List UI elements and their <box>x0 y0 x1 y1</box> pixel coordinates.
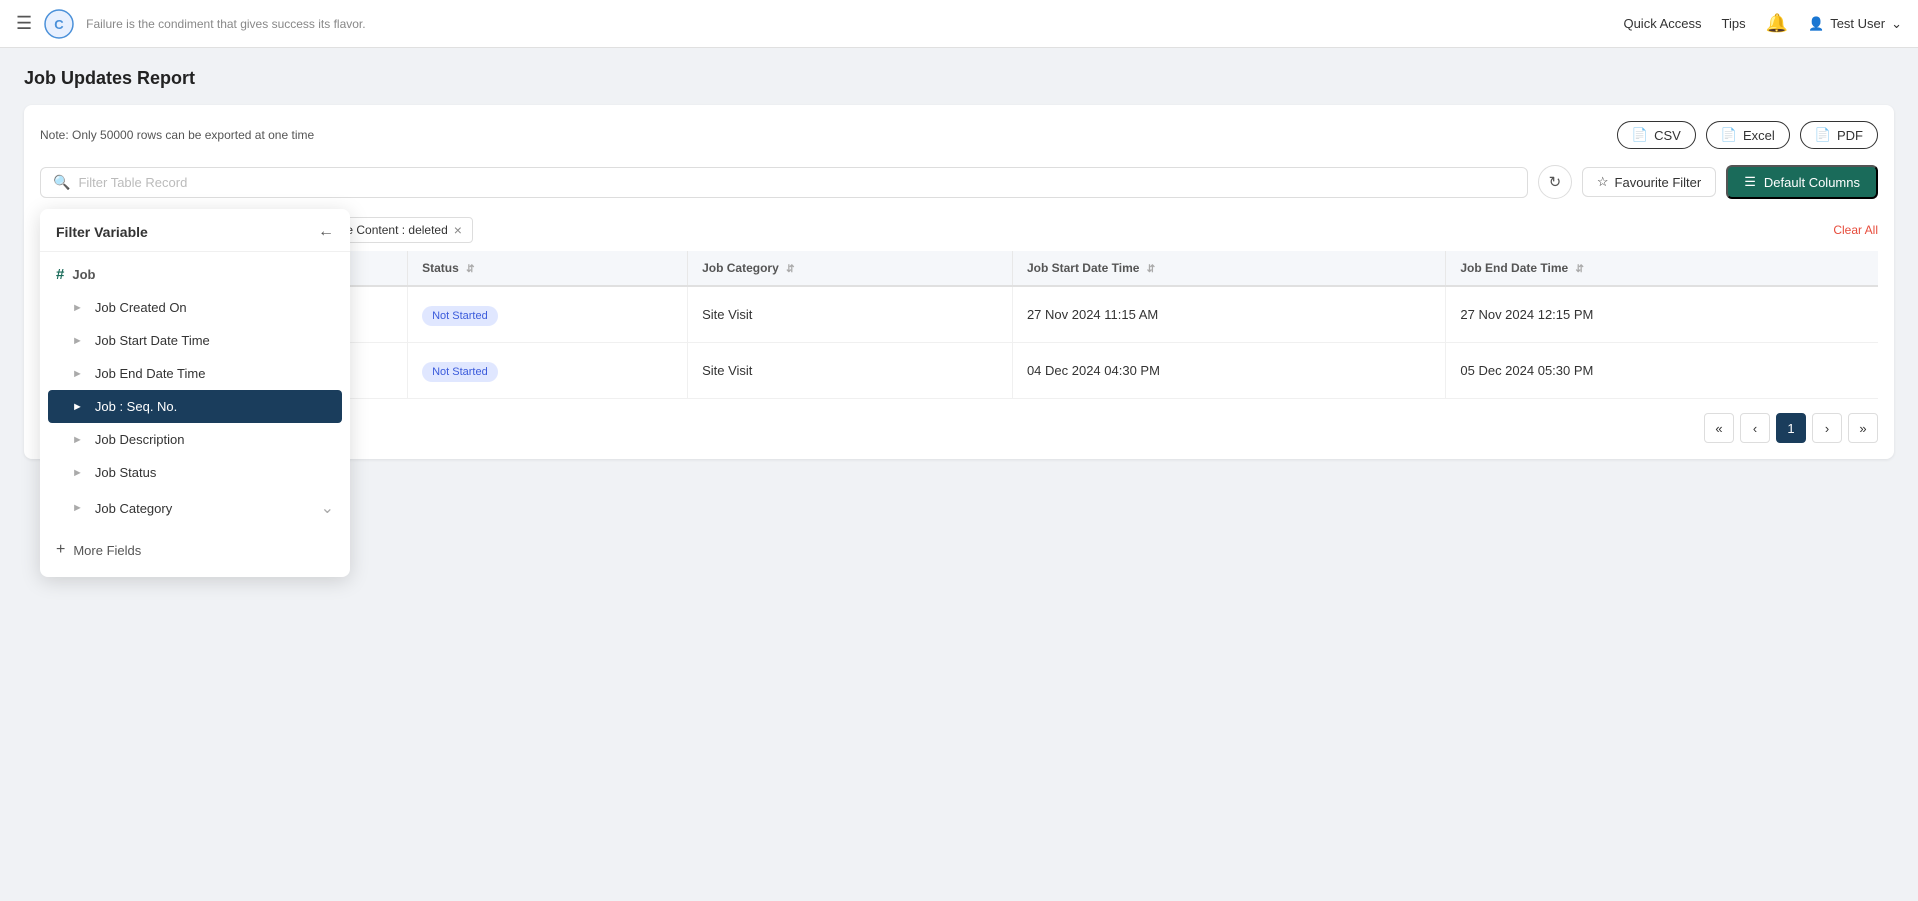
col-header-job-end: Job End Date Time ⇵ <box>1446 251 1878 286</box>
cell-category-2: Site Visit <box>688 343 1013 399</box>
chevron-down-icon: ⌄ <box>1891 16 1902 32</box>
page-1-button[interactable]: 1 <box>1776 413 1806 443</box>
filter-back-button[interactable]: ← <box>318 223 334 241</box>
pdf-button[interactable]: 📄 PDF <box>1800 121 1878 149</box>
col-header-job-category: Job Category ⇵ <box>688 251 1013 286</box>
filter-item-job-category[interactable]: ► Job Category ⌄ <box>40 489 350 527</box>
page-content: Job Updates Report Note: Only 50000 rows… <box>0 48 1918 479</box>
search-input[interactable] <box>78 175 1514 190</box>
filter-item-job-end-date-time[interactable]: ► Job End Date Time <box>40 357 350 390</box>
quick-access-link[interactable]: Quick Access <box>1623 16 1701 31</box>
filter-item-job-start-date-time[interactable]: ► Job Start Date Time <box>40 324 350 357</box>
nav-right: Quick Access Tips 🔔 👤 Test User ⌄ <box>1623 13 1902 34</box>
default-columns-button[interactable]: ☰ Default Columns <box>1726 165 1878 199</box>
export-note: Note: Only 50000 rows can be exported at… <box>40 128 314 142</box>
filter-item-list: ► Job Created On ► Job Start Date Time ►… <box>40 291 350 527</box>
cell-start-2: 04 Dec 2024 04:30 PM <box>1012 343 1445 399</box>
chevron-right-icon: ► <box>72 302 83 314</box>
cell-status-1: Not Started <box>408 286 688 343</box>
user-icon: 👤 <box>1808 16 1824 32</box>
export-bar: Note: Only 50000 rows can be exported at… <box>40 121 1878 149</box>
columns-icon: ☰ <box>1744 174 1756 190</box>
excel-button[interactable]: 📄 Excel <box>1706 121 1790 149</box>
cell-status-2: Not Started <box>408 343 688 399</box>
user-name: Test User <box>1830 16 1885 31</box>
logo-icon: C <box>44 9 74 39</box>
search-icon: 🔍 <box>53 174 70 191</box>
cell-end-1: 27 Nov 2024 12:15 PM <box>1446 286 1878 343</box>
refresh-button[interactable]: ↻ <box>1538 165 1572 199</box>
bell-icon[interactable]: 🔔 <box>1766 13 1788 34</box>
filter-bar: 🔍 ↻ ☆ Favourite Filter ☰ Default Columns… <box>40 165 1878 199</box>
chevron-right-icon: ► <box>72 467 83 479</box>
top-nav: ☰ C Failure is the condiment that gives … <box>0 0 1918 48</box>
chevron-right-icon: ► <box>72 401 83 413</box>
filter-dropdown: Filter Variable ← # Job ► Job Created On… <box>40 209 350 577</box>
export-buttons: 📄 CSV 📄 Excel 📄 PDF <box>1617 121 1878 149</box>
cell-category-1: Site Visit <box>688 286 1013 343</box>
scroll-down-icon: ⌄ <box>321 498 334 518</box>
chevron-right-icon: ► <box>72 335 83 347</box>
remove-filter-update-content[interactable]: × <box>454 222 462 238</box>
cell-start-1: 27 Nov 2024 11:15 AM <box>1012 286 1445 343</box>
report-card: Note: Only 50000 rows can be exported at… <box>24 105 1894 459</box>
col-header-job-start: Job Start Date Time ⇵ <box>1012 251 1445 286</box>
clear-all-button[interactable]: Clear All <box>1833 223 1878 237</box>
filter-item-job-description[interactable]: ► Job Description <box>40 423 350 456</box>
svg-text:C: C <box>54 17 64 32</box>
filter-item-job-status[interactable]: ► Job Status <box>40 456 350 489</box>
filter-dropdown-header: Filter Variable ← <box>40 209 350 252</box>
csv-button[interactable]: 📄 CSV <box>1617 121 1696 149</box>
pagination-controls: « ‹ 1 › » <box>1704 413 1878 443</box>
hash-icon: # <box>56 266 64 283</box>
filter-section-header: # Job <box>40 258 350 291</box>
chevron-right-icon: ► <box>72 502 83 514</box>
tagline: Failure is the condiment that gives succ… <box>86 17 1623 31</box>
filter-item-job-created-on[interactable]: ► Job Created On <box>40 291 350 324</box>
chevron-right-icon: ► <box>72 434 83 446</box>
sort-icon-status[interactable]: ⇵ <box>466 264 474 275</box>
filter-section-label: Job <box>72 267 95 282</box>
user-menu[interactable]: 👤 Test User ⌄ <box>1808 16 1902 32</box>
more-fields-button[interactable]: + More Fields <box>40 531 350 569</box>
first-page-button[interactable]: « <box>1704 413 1734 443</box>
sort-icon-job-start[interactable]: ⇵ <box>1147 264 1155 275</box>
hamburger-icon[interactable]: ☰ <box>16 13 32 34</box>
page-title: Job Updates Report <box>24 68 1894 89</box>
csv-icon: 📄 <box>1632 127 1648 143</box>
search-wrap: 🔍 <box>40 167 1528 198</box>
tips-link[interactable]: Tips <box>1722 16 1746 31</box>
last-page-button[interactable]: » <box>1848 413 1878 443</box>
chevron-right-icon: ► <box>72 368 83 380</box>
excel-icon: 📄 <box>1721 127 1737 143</box>
filter-item-job-seq-no[interactable]: ► Job : Seq. No. <box>48 390 342 423</box>
plus-icon: + <box>56 541 65 559</box>
sort-icon-job-category[interactable]: ⇵ <box>786 264 794 275</box>
prev-page-button[interactable]: ‹ <box>1740 413 1770 443</box>
filter-variable-title: Filter Variable <box>56 224 148 240</box>
next-page-button[interactable]: › <box>1812 413 1842 443</box>
favourite-filter-button[interactable]: ☆ Favourite Filter <box>1582 167 1716 197</box>
pdf-icon: 📄 <box>1815 127 1831 143</box>
sort-icon-job-end[interactable]: ⇵ <box>1576 264 1584 275</box>
col-header-status: Status ⇵ <box>408 251 688 286</box>
cell-end-2: 05 Dec 2024 05:30 PM <box>1446 343 1878 399</box>
star-icon: ☆ <box>1597 174 1609 190</box>
